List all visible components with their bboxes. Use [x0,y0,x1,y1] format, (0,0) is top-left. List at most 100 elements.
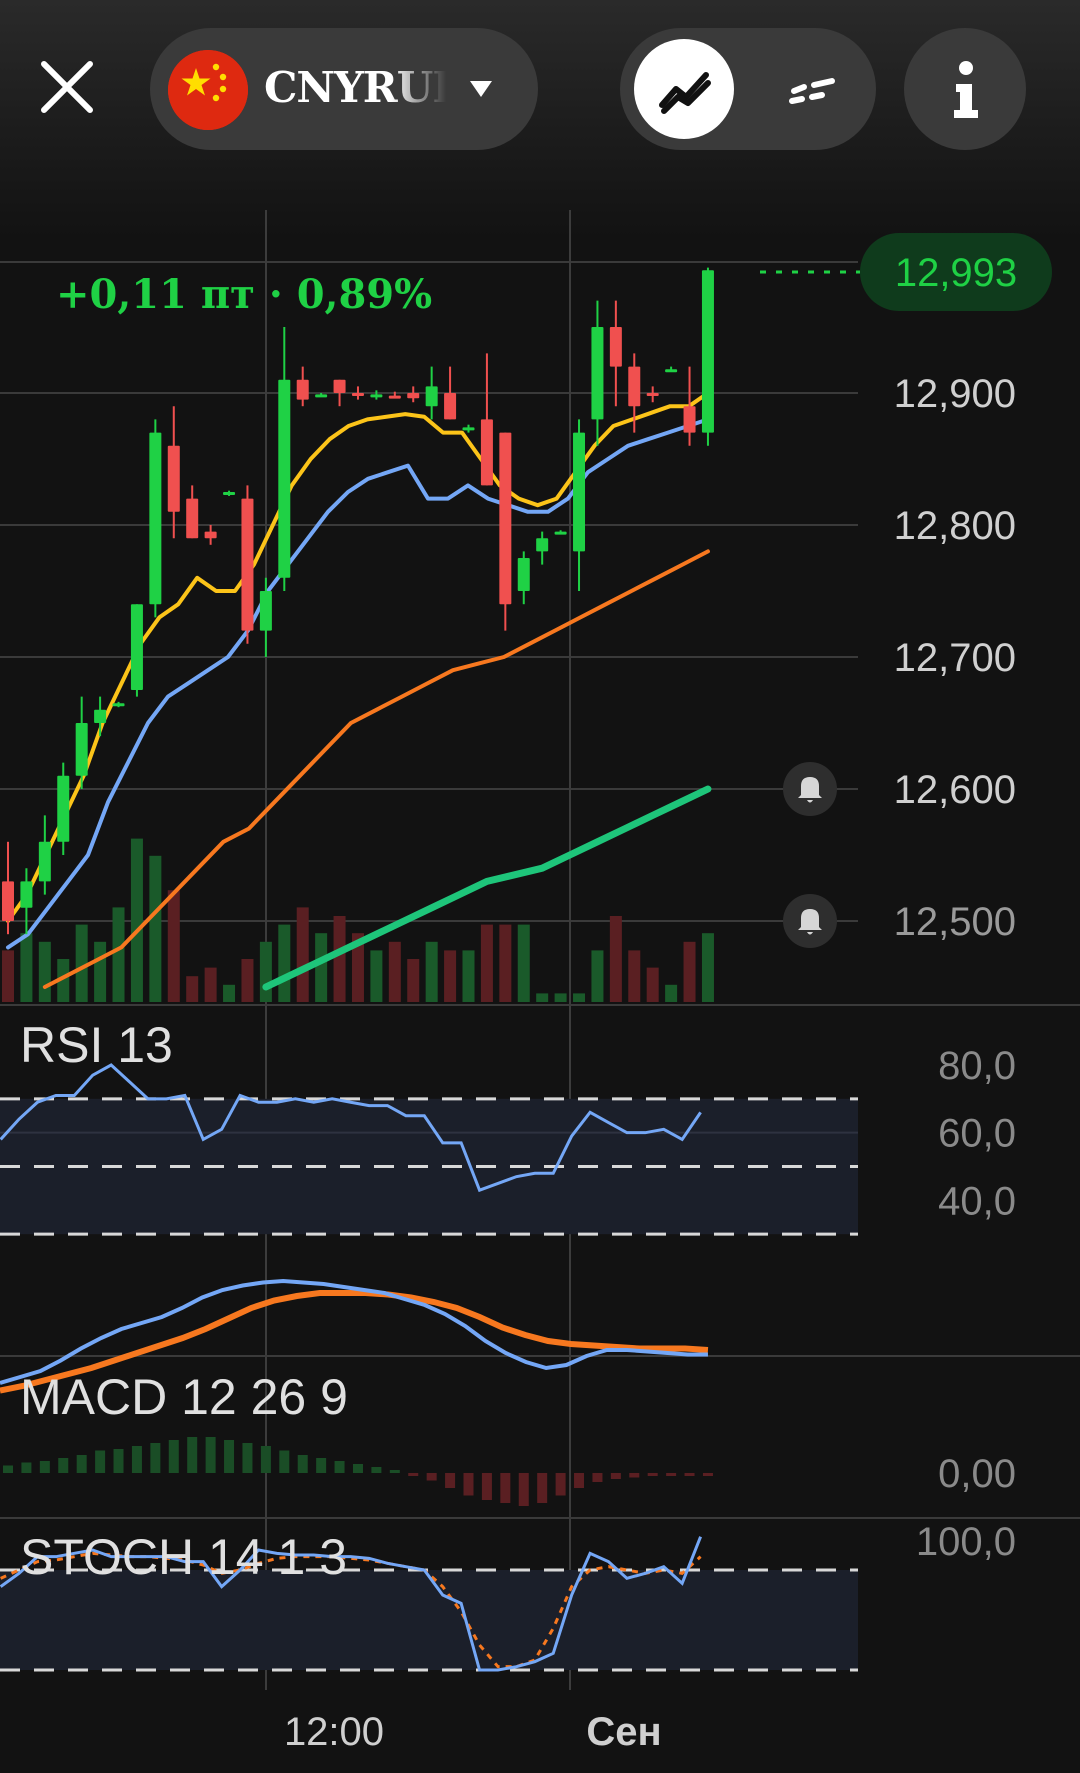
stoch-panel: STOCH 14 1 3 100,0 [0,1520,1016,1672]
macd-histogram-bar [279,1450,290,1473]
time-tick-label: Сен [586,1710,661,1754]
volume-bar [462,950,475,1002]
candle-body [591,327,604,420]
bell-icon[interactable] [783,894,837,948]
macd-histogram-bar [352,1464,363,1473]
stoch-tick-label: 100,0 [916,1520,1016,1564]
candle-body [536,538,549,552]
last-price-label: 12,993 [895,251,1017,295]
volume-bar [517,924,530,1002]
candle-body [554,531,567,535]
volume-bar [223,984,236,1002]
price-alerts [783,762,837,948]
volume-bar [2,950,14,1002]
stoch-band [0,1570,858,1670]
candle-body [112,703,125,707]
candle-body [130,604,143,690]
ema-mid-line [6,417,710,950]
candle-body [462,427,475,431]
candle-body [517,558,530,591]
macd-histogram-bar [113,1449,124,1473]
price-tick-label: 12,700 [894,636,1016,680]
candle-body [701,270,714,433]
volume-bar [665,984,678,1002]
macd-histogram-bar [389,1470,400,1473]
macd-histogram-bar [518,1473,529,1506]
macd-histogram-bar [371,1467,382,1473]
volume-bar [499,924,512,1002]
macd-histogram-bar [481,1473,492,1500]
candle-body [204,531,217,539]
candle-body [75,723,88,776]
rsi-panel: RSI 13 80,0 60,0 40,0 [0,1017,1016,1236]
volume-bar [204,967,217,1002]
candle-body [573,432,586,552]
macd-histogram-bar [95,1450,106,1473]
candle-body [20,881,33,908]
volume-bar [296,907,309,1002]
volume-bar [278,924,291,1002]
macd-histogram-bar [242,1443,253,1473]
volume-bar [609,916,622,1002]
candle-body [167,445,180,512]
chart-area[interactable]: +0,11 пт · 0,89% 12,993 12,900 12,800 12,7… [0,0,1080,1773]
candle-body [38,841,51,882]
candle-body [646,393,659,396]
candle-body [94,709,107,723]
macd-histogram-bar [58,1458,69,1473]
volume-bar [259,941,272,1002]
volume-bar [315,933,328,1002]
macd-histogram-bar [297,1455,308,1473]
volume-bar [701,933,714,1002]
price-tick-label: 12,600 [894,768,1016,812]
candle-body [296,379,309,400]
macd-histogram-bar [500,1473,511,1503]
candle-body [499,432,512,605]
macd-panel: MACD 12 26 9 0,00 [0,1278,1016,1506]
candle-body [259,591,272,631]
price-overlay: +0,11 пт · 0,89% 12,993 [56,233,1052,318]
price-tick-label: 12,900 [894,372,1016,416]
volume-bar [112,907,125,1002]
bell-icon[interactable] [783,762,837,816]
rsi-label: RSI 13 [20,1017,173,1073]
candle-body [2,881,14,921]
macd-histogram-bar [537,1473,548,1503]
macd-histogram-bar [574,1473,585,1488]
price-axis: 12,900 12,800 12,700 12,600 12,500 [894,372,1016,944]
volume-bar [628,950,641,1002]
volume-bar [20,933,33,1002]
macd-histogram-bar [408,1473,419,1476]
volume-bar [186,976,199,1002]
change-label: +0,11 пт · 0,89% [56,271,432,318]
time-tick-label: 12:00 [284,1710,384,1754]
volume-bar [444,950,457,1002]
macd-histogram-bar [3,1465,13,1473]
volume-bar [75,924,88,1002]
candle-body [480,419,493,486]
macd-line [0,1278,708,1385]
volume-bar [554,993,567,1002]
moving-averages [6,391,712,991]
macd-histogram-bar [260,1446,271,1473]
macd-histogram-bar [684,1473,695,1476]
candle-body [278,379,291,578]
volume-bar [167,890,180,1002]
candle-body [628,366,641,407]
macd-histogram-bar [21,1462,32,1473]
volume-bar [388,941,401,1002]
candle-body [149,432,162,605]
price-tick-label: 12,800 [894,504,1016,548]
candle-body [388,395,401,399]
macd-histogram-bar [610,1473,621,1479]
price-tick-label: 12,500 [894,900,1016,944]
rsi-tick-label: 60,0 [938,1112,1016,1156]
volume-bar [425,941,438,1002]
stoch-label: STOCH 14 1 3 [20,1529,347,1585]
macd-histogram-bar [702,1473,713,1476]
volume-bar [130,838,143,1002]
macd-histogram-bar [666,1473,677,1476]
time-axis: 12:00 Сен [284,1710,662,1754]
rsi-tick-label: 40,0 [938,1179,1016,1223]
volume-bar [149,855,162,1002]
